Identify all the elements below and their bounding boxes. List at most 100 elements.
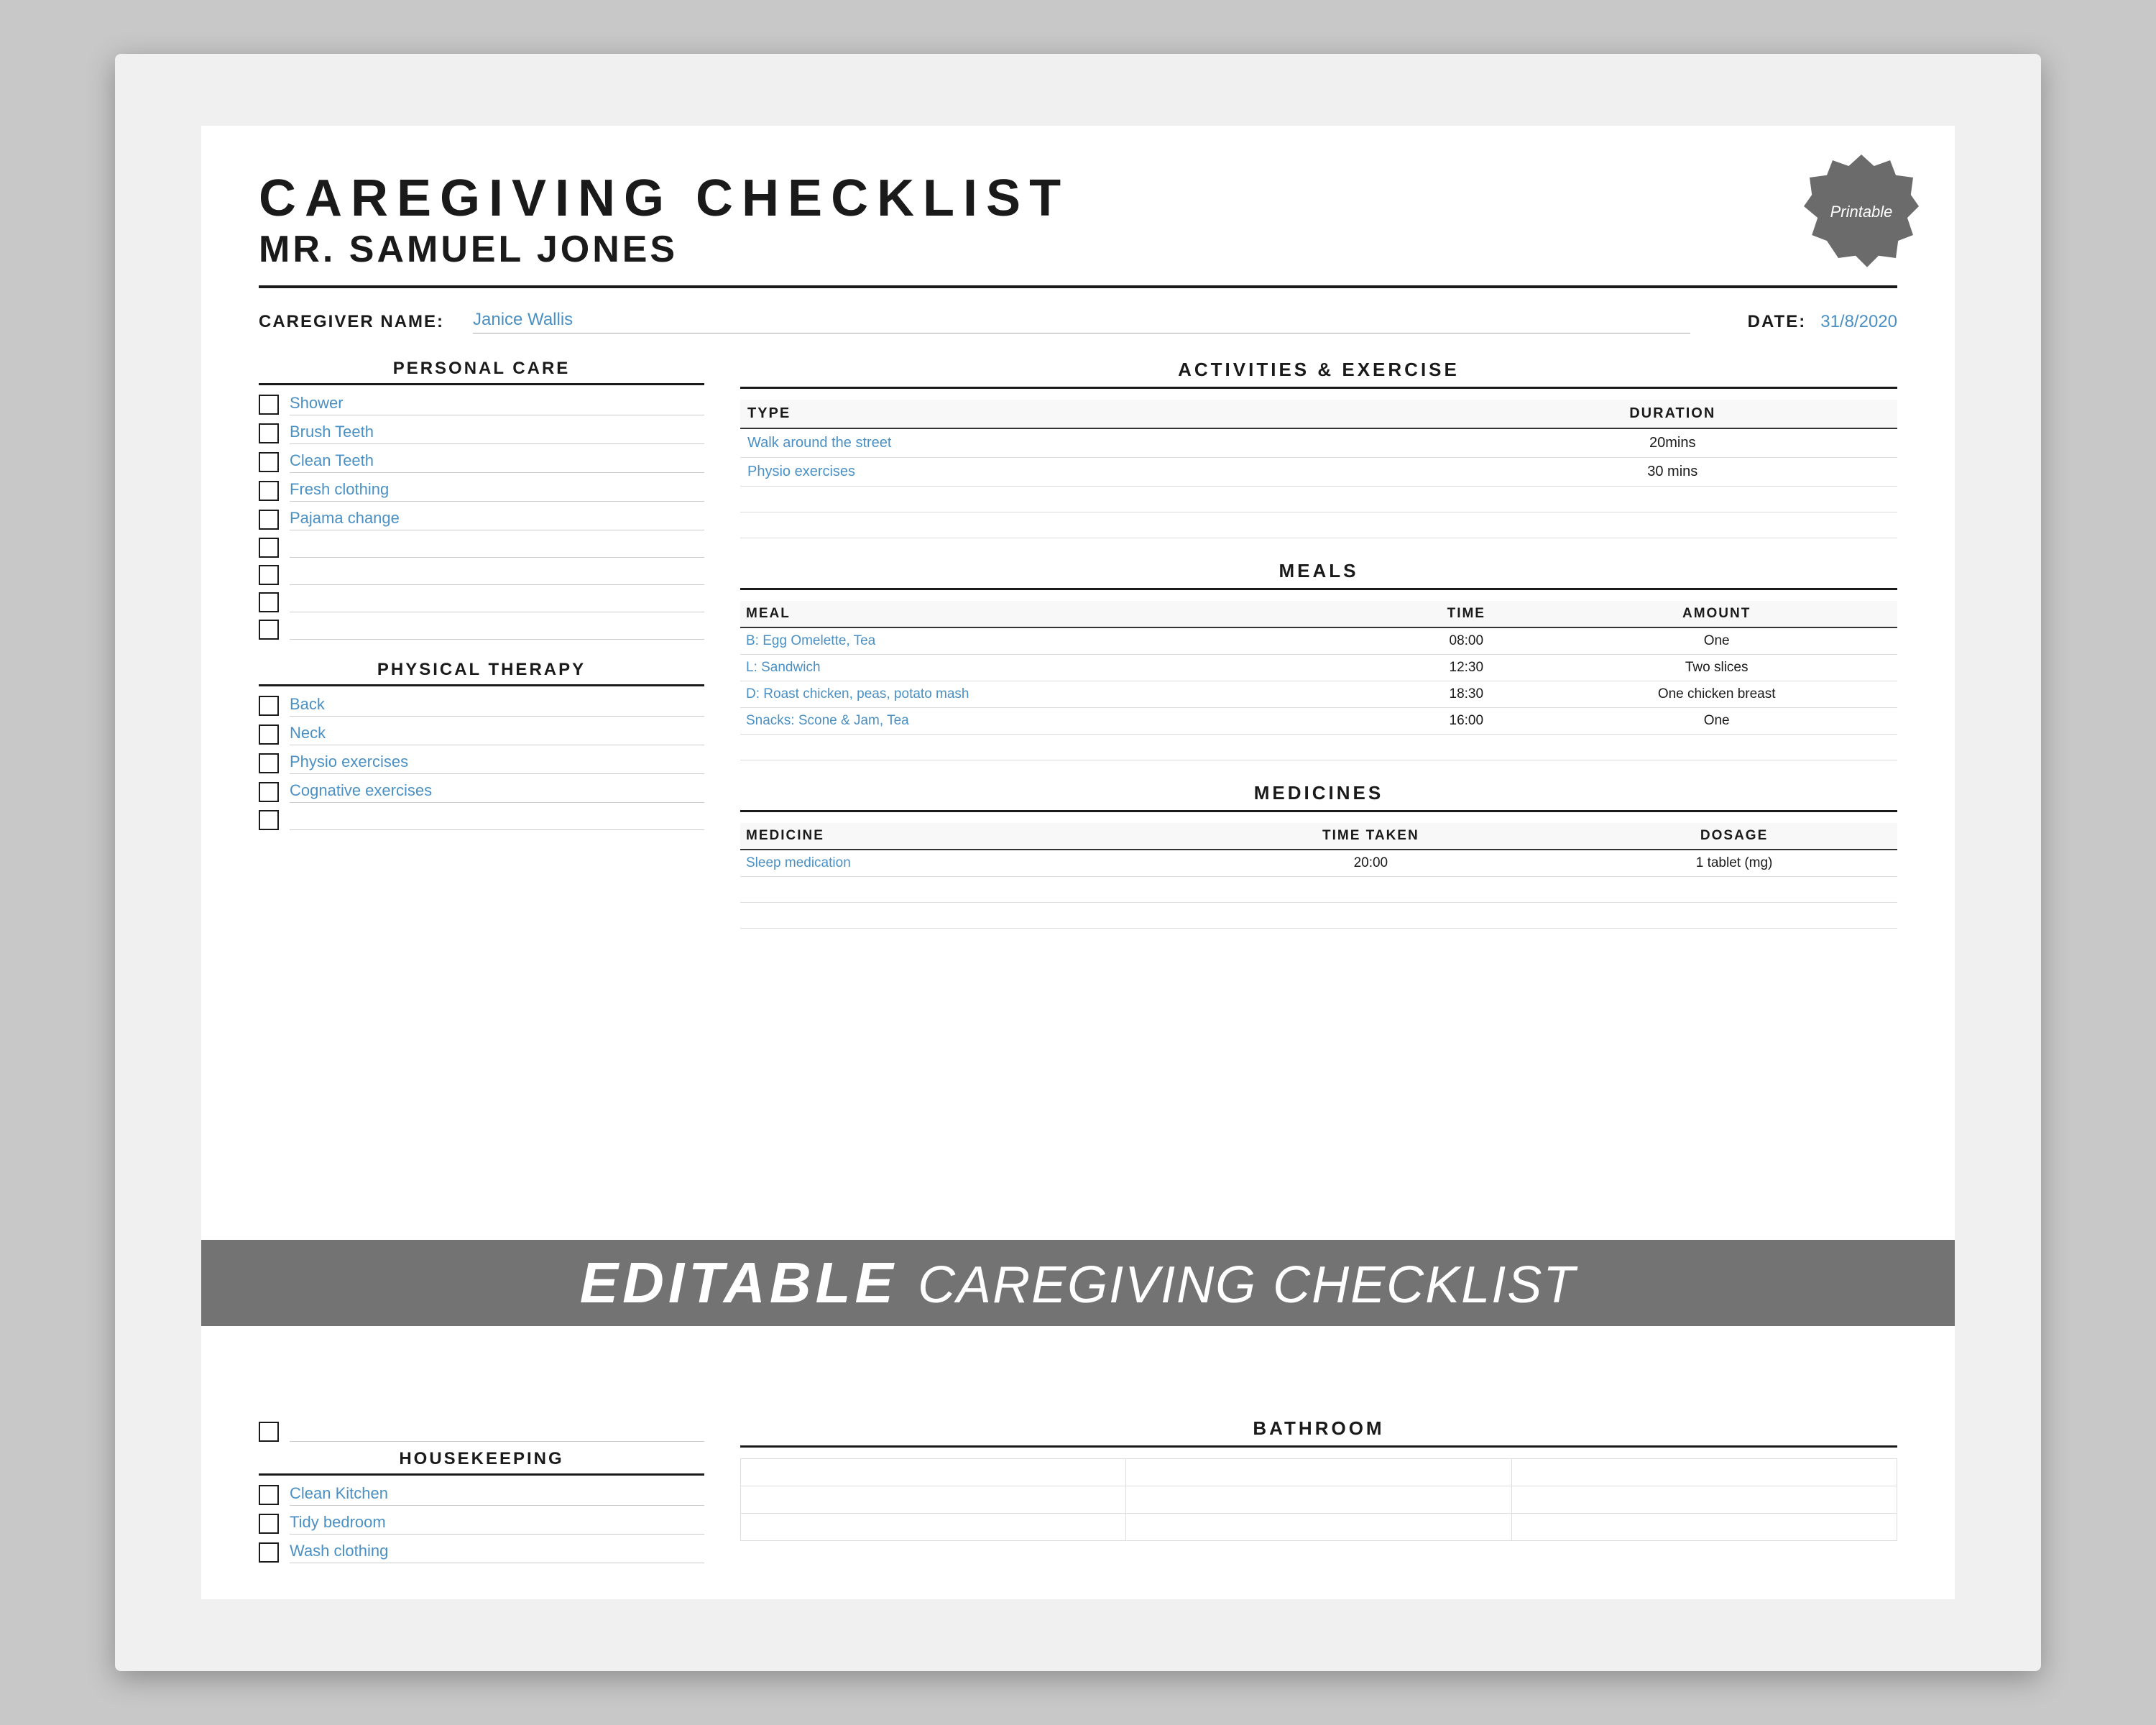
hk-item-clean-kitchen: Clean Kitchen	[259, 1484, 704, 1506]
activities-section: ACTIVITIES & EXERCISE TYPE DURATION Walk…	[740, 359, 1897, 538]
meals-row: D: Roast chicken, peas, potato mash18:30…	[740, 681, 1897, 708]
checkbox-clean-teeth[interactable]	[259, 452, 279, 472]
activities-table: TYPE DURATION Walk around the street20mi…	[740, 400, 1897, 538]
caregiver-label: CAREGIVER NAME:	[259, 312, 444, 332]
label-brush-teeth: Brush Teeth	[290, 423, 704, 444]
info-row: CAREGIVER NAME: Janice Wallis DATE: 31/8…	[259, 310, 1897, 334]
bathroom-row-3	[741, 1514, 1897, 1541]
physical-therapy-title: PHYSICAL THERAPY	[259, 660, 704, 686]
checkbox-extra-top[interactable]	[259, 1422, 279, 1442]
label-physio: Physio exercises	[290, 753, 704, 774]
label-tidy-bedroom: Tidy bedroom	[290, 1513, 704, 1535]
meals-meal-header: MEAL	[740, 601, 1396, 627]
label-neck: Neck	[290, 724, 704, 745]
checkbox-empty-3[interactable]	[259, 592, 279, 612]
physical-therapy-section: PHYSICAL THERAPY Back Neck Physio exerci…	[259, 660, 704, 830]
pt-item-neck: Neck	[259, 724, 704, 745]
meal-time: 18:30	[1396, 681, 1536, 708]
meal-time: 08:00	[1396, 627, 1536, 655]
document-header: CAREGIVING CHECKLIST MR. SAMUEL JONES	[259, 169, 1897, 288]
pt-empty-1	[259, 810, 704, 830]
main-content: PERSONAL CARE Shower Brush Teeth Clean T…	[259, 359, 1897, 1588]
checkbox-brush-teeth[interactable]	[259, 423, 279, 443]
activity-empty-duration	[1448, 512, 1897, 538]
meal-time: 16:00	[1396, 708, 1536, 735]
bathroom-cell-1-2	[1126, 1459, 1511, 1486]
meals-table: MEAL TIME AMOUNT B: Egg Omelette, Tea08:…	[740, 601, 1897, 760]
label-cognative: Cognative exercises	[290, 781, 704, 803]
med-empty-name	[740, 903, 1171, 929]
checkbox-empty-2[interactable]	[259, 565, 279, 585]
empty-line-3	[290, 592, 704, 612]
checkbox-clean-kitchen[interactable]	[259, 1485, 279, 1505]
empty-line-1	[290, 538, 704, 558]
document: Printable CAREGIVING CHECKLIST MR. SAMUE…	[201, 126, 1955, 1599]
med-empty-name	[740, 877, 1171, 903]
label-wash-clothing: Wash clothing	[290, 1542, 704, 1563]
bottom-right: BATHROOM	[740, 1417, 1897, 1570]
printable-badge-text: Printable	[1830, 202, 1893, 223]
personal-care-item-brush-teeth: Brush Teeth	[259, 423, 704, 444]
checkbox-back[interactable]	[259, 696, 279, 716]
med-dosage-header: DOSAGE	[1571, 823, 1897, 850]
checkbox-empty-4[interactable]	[259, 620, 279, 640]
checkbox-pt-empty-1[interactable]	[259, 810, 279, 830]
activity-empty-duration	[1448, 487, 1897, 512]
meals-title: MEALS	[740, 560, 1897, 590]
date-section: DATE: 31/8/2020	[1748, 312, 1897, 332]
empty-line-2	[290, 565, 704, 585]
bottom-left: HOUSEKEEPING Clean Kitchen Tidy bedroom …	[259, 1417, 704, 1570]
checkbox-cognative[interactable]	[259, 782, 279, 802]
meal-time-empty	[1396, 735, 1536, 760]
medicines-title: MEDICINES	[740, 782, 1897, 812]
personal-care-section: PERSONAL CARE Shower Brush Teeth Clean T…	[259, 359, 704, 640]
medicine-dosage: 1 tablet (mg)	[1571, 850, 1897, 877]
bathroom-cell-2-3	[1511, 1486, 1897, 1514]
pt-item-cognative: Cognative exercises	[259, 781, 704, 803]
checkbox-physio[interactable]	[259, 753, 279, 773]
meals-row: L: Sandwich12:30Two slices	[740, 655, 1897, 681]
bathroom-cell-3-3	[1511, 1514, 1897, 1541]
personal-care-empty-1	[259, 538, 704, 558]
label-fresh-clothing: Fresh clothing	[290, 480, 704, 502]
label-pajama-change: Pajama change	[290, 509, 704, 530]
label-clean-kitchen: Clean Kitchen	[290, 1484, 704, 1506]
bathroom-row-1	[741, 1459, 1897, 1486]
label-back: Back	[290, 695, 704, 717]
checkbox-tidy-bedroom[interactable]	[259, 1514, 279, 1534]
med-empty-time	[1171, 877, 1572, 903]
meals-section: MEALS MEAL TIME AMOUNT B: Egg Omelette, …	[740, 560, 1897, 760]
med-empty-dosage	[1571, 903, 1897, 929]
medicines-table: MEDICINE TIME TAKEN DOSAGE Sleep medicat…	[740, 823, 1897, 929]
medicine-time: 20:00	[1171, 850, 1572, 877]
sub-title: MR. SAMUEL JONES	[259, 228, 1897, 271]
label-clean-teeth: Clean Teeth	[290, 451, 704, 473]
checkbox-wash-clothing[interactable]	[259, 1542, 279, 1563]
banner-bold: EDITABLE	[580, 1251, 918, 1315]
checkbox-shower[interactable]	[259, 395, 279, 415]
meal-empty	[740, 735, 1396, 760]
checkbox-pajama-change[interactable]	[259, 510, 279, 530]
bathroom-cell-2-2	[1126, 1486, 1511, 1514]
checkbox-empty-1[interactable]	[259, 538, 279, 558]
personal-care-item-shower: Shower	[259, 394, 704, 415]
personal-care-item-clean-teeth: Clean Teeth	[259, 451, 704, 473]
bathroom-cell-3-1	[741, 1514, 1126, 1541]
checkbox-neck[interactable]	[259, 724, 279, 745]
activity-empty-type	[740, 512, 1448, 538]
date-label: DATE:	[1748, 312, 1807, 332]
meals-amount-header: AMOUNT	[1536, 601, 1897, 627]
caregiver-value: Janice Wallis	[473, 310, 1690, 334]
medicine-row: Sleep medication20:001 tablet (mg)	[740, 850, 1897, 877]
hk-item-tidy-bedroom: Tidy bedroom	[259, 1513, 704, 1535]
medicine-name: Sleep medication	[740, 850, 1171, 877]
editable-banner: EDITABLE Caregiving Checklist	[201, 1240, 1955, 1326]
checkbox-fresh-clothing[interactable]	[259, 481, 279, 501]
bathroom-title: BATHROOM	[740, 1417, 1897, 1448]
meal-amount: Two slices	[1536, 655, 1897, 681]
extra-line-top	[290, 1422, 704, 1442]
meal-amount: One chicken breast	[1536, 681, 1897, 708]
bottom-area: HOUSEKEEPING Clean Kitchen Tidy bedroom …	[259, 1417, 1897, 1570]
bathroom-cell-1-3	[1511, 1459, 1897, 1486]
empty-line-4	[290, 620, 704, 640]
